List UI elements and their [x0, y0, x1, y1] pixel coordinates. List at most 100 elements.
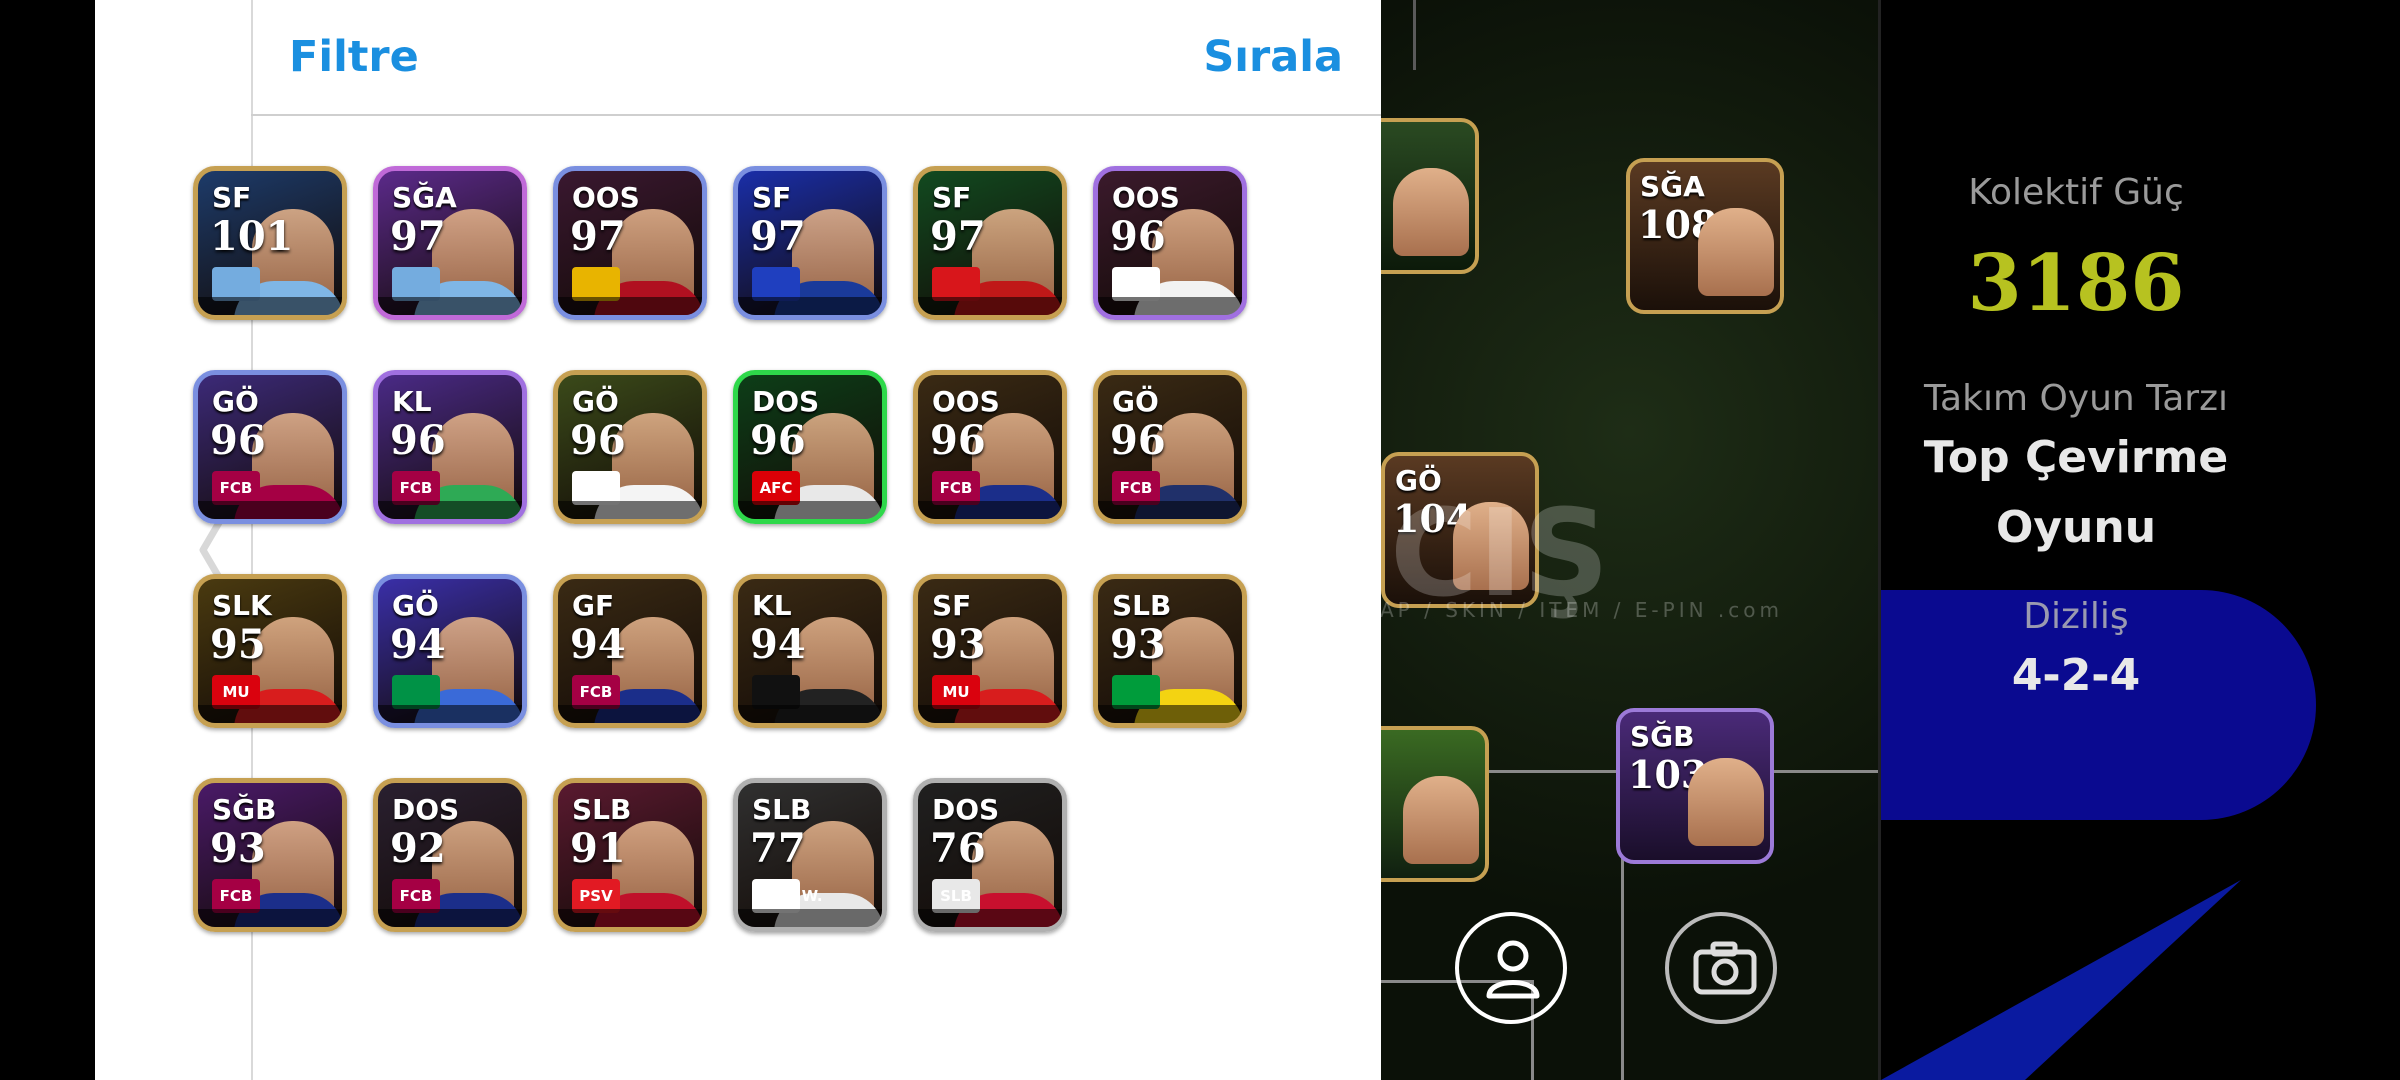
team-info-panel: Kolektif Güç 3186 Takım Oyun Tarzı Top Ç… — [1878, 0, 2400, 1080]
nation-club-badge-icon — [752, 267, 800, 301]
card-footer — [558, 705, 702, 723]
player-card[interactable]: FCB OOS 96 — [913, 370, 1067, 524]
player-rating: 92 — [390, 825, 446, 872]
nation-club-badge-icon — [212, 267, 260, 301]
card-footer — [558, 297, 702, 315]
card-footer — [738, 909, 882, 927]
card-footer — [1098, 705, 1242, 723]
player-card[interactable]: SĞA 97 — [373, 166, 527, 320]
player-card[interactable]: OOS 96 — [1093, 166, 1247, 320]
player-rating: 93 — [930, 621, 986, 668]
collective-power-label: Kolektif Güç — [1968, 172, 2184, 213]
nation-club-badge-icon — [572, 267, 620, 301]
card-footer — [378, 501, 522, 519]
player-card[interactable]: GÖ 96 — [553, 370, 707, 524]
card-footer — [198, 297, 342, 315]
camera-button[interactable] — [1665, 912, 1777, 1024]
nation-club-badge-icon: SLB — [932, 879, 980, 913]
player-position: KL — [392, 385, 432, 418]
player-card[interactable]: MU SLK 95 — [193, 574, 347, 728]
nation-club-badge-icon — [1112, 675, 1160, 709]
player-rating: 94 — [570, 621, 626, 668]
nation-club-badge-icon — [392, 267, 440, 301]
player-card[interactable]: FCB DOS 92 — [373, 778, 527, 932]
player-card[interactable]: FCB GÖ 96 — [193, 370, 347, 524]
player-rating: 94 — [390, 621, 446, 668]
player-position: SLB — [752, 793, 812, 826]
card-footer — [558, 501, 702, 519]
nation-club-badge-icon — [392, 675, 440, 709]
card-footer — [1098, 501, 1242, 519]
player-position: GÖ — [572, 385, 619, 418]
player-position: OOS — [932, 385, 1000, 418]
nation-club-badge-icon: MU — [932, 675, 980, 709]
pitch-line — [1413, 0, 1416, 70]
player-rating: 96 — [750, 417, 806, 464]
player-card[interactable]: OOS 97 — [553, 166, 707, 320]
player-rating: 95 — [210, 621, 266, 668]
nation-club-badge-icon: FCB — [212, 879, 260, 913]
player-position: SĞA — [1640, 170, 1705, 203]
player-position: KL — [752, 589, 792, 622]
card-footer — [738, 705, 882, 723]
sort-button[interactable]: Sırala — [1203, 32, 1343, 82]
player-card[interactable]: SF 97 — [733, 166, 887, 320]
player-position: GÖ — [1112, 385, 1159, 418]
player-card[interactable]: MU SF 93 — [913, 574, 1067, 728]
filter-button[interactable]: Filtre — [289, 32, 419, 82]
nation-club-badge-icon: AFC — [752, 471, 800, 505]
player-portrait — [1688, 758, 1764, 846]
player-card[interactable]: GÖ 94 — [373, 574, 527, 728]
card-footer — [198, 909, 342, 927]
player-portrait — [1698, 208, 1774, 296]
player-card[interactable]: SF 97 — [913, 166, 1067, 320]
card-footer — [738, 297, 882, 315]
player-position: OOS — [1112, 181, 1180, 214]
player-rating: 94 — [750, 621, 806, 668]
player-rating: 77 — [750, 825, 806, 872]
nation-club-badge-icon: FCB — [212, 471, 260, 505]
player-card[interactable]: FCB SĞB 93 — [193, 778, 347, 932]
player-rating: 97 — [930, 213, 986, 260]
player-card[interactable]: PSV SLB 91 — [553, 778, 707, 932]
player-rating: 101 — [210, 213, 294, 260]
player-card[interactable]: SLB DOS 76 — [913, 778, 1067, 932]
player-position: SF — [212, 181, 252, 214]
card-footer — [738, 501, 882, 519]
player-rating: 96 — [930, 417, 986, 464]
player-position: SLB — [572, 793, 632, 826]
card-footer — [378, 297, 522, 315]
field-player-card[interactable] — [1381, 118, 1479, 274]
player-card[interactable]: SF 101 — [193, 166, 347, 320]
field-player-card[interactable]: SĞA 108 — [1626, 158, 1784, 314]
nation-club-badge-icon: FCB — [392, 879, 440, 913]
player-card[interactable]: FCB KL 96 — [373, 370, 527, 524]
player-card[interactable]: FCB GÖ 96 — [1093, 370, 1247, 524]
card-footer — [558, 909, 702, 927]
player-card[interactable]: FCB GF 94 — [553, 574, 707, 728]
player-card[interactable]: AFC DOS 96 — [733, 370, 887, 524]
player-position: GÖ — [392, 589, 439, 622]
player-position: DOS — [932, 793, 1000, 826]
player-card[interactable]: KL 94 — [733, 574, 887, 728]
card-footer — [198, 501, 342, 519]
field-player-card[interactable]: SĞB 103 — [1616, 708, 1774, 864]
player-rating: 91 — [570, 825, 626, 872]
player-card[interactable]: MD.S.W. SLB 77 — [733, 778, 887, 932]
player-card[interactable]: SLB 93 — [1093, 574, 1247, 728]
player-rating: 97 — [570, 213, 626, 260]
card-footer — [378, 705, 522, 723]
player-position: SĞB — [1630, 720, 1695, 753]
nation-club-badge-icon — [932, 267, 980, 301]
collective-power-value: 3186 — [1967, 238, 2185, 329]
nation-club-badge-icon: MU — [212, 675, 260, 709]
player-position: OOS — [572, 181, 640, 214]
team-playstyle-value-line2[interactable]: Oyunu — [1881, 502, 2271, 553]
field-player-card[interactable] — [1381, 726, 1489, 882]
player-rating: 93 — [1110, 621, 1166, 668]
formation-value[interactable]: 4-2-4 — [1881, 650, 2271, 701]
team-playstyle-value-line1[interactable]: Top Çevirme — [1881, 432, 2271, 483]
player-rating: 93 — [210, 825, 266, 872]
profile-button[interactable] — [1455, 912, 1567, 1024]
player-position: DOS — [752, 385, 820, 418]
